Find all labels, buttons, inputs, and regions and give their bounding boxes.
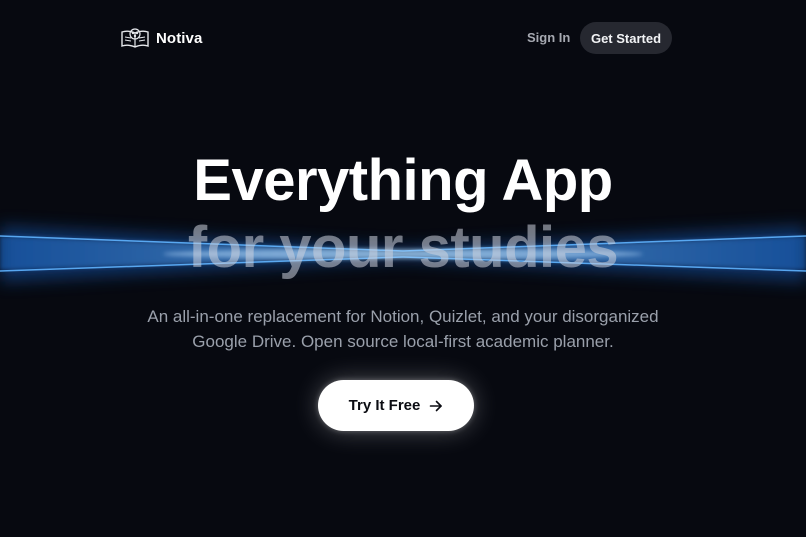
brand-link[interactable]: Notiva (120, 26, 202, 50)
sign-in-link[interactable]: Sign In (527, 30, 570, 45)
try-it-free-button[interactable]: Try It Free (318, 380, 474, 431)
arrow-right-icon (430, 400, 443, 411)
open-book-tree-icon (121, 28, 149, 48)
hero-description-line2: Google Drive. Open source local-first ac… (192, 332, 614, 351)
hero-title-line2: for your studies (187, 215, 619, 280)
hero-title-line1: Everything App (193, 148, 613, 213)
landing-page: Notiva Sign In Get Started Everything Ap… (0, 0, 806, 537)
get-started-button[interactable]: Get Started (580, 22, 672, 54)
hero-description-line1: An all-in-one replacement for Notion, Qu… (147, 307, 659, 326)
brand-name: Notiva (156, 29, 203, 47)
top-navbar: Notiva Sign In Get Started (0, 0, 806, 76)
try-it-free-label: Try It Free (348, 397, 421, 414)
hero-description: An all-in-one replacement for Notion, Qu… (0, 304, 806, 354)
